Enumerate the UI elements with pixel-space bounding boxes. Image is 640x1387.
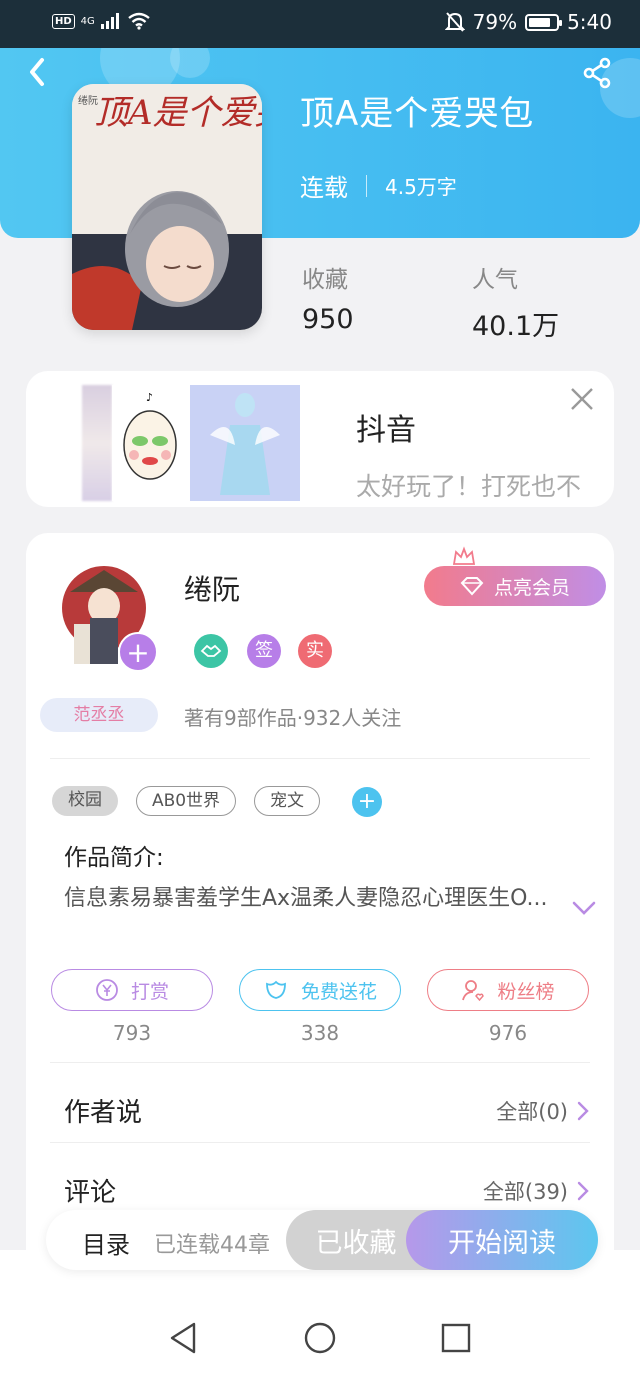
nav-home-icon[interactable]	[300, 1318, 340, 1358]
chevron-down-icon[interactable]	[570, 898, 598, 918]
favorites-stat: 收藏 950	[302, 260, 354, 335]
add-tag-button[interactable]: +	[352, 787, 382, 817]
fan-ranking-button[interactable]: 粉丝榜	[427, 969, 589, 1011]
divider	[50, 1062, 590, 1063]
reward-count: 793	[112, 1021, 152, 1045]
popularity-label: 人气	[472, 267, 518, 293]
popularity-value: 40.1万	[472, 311, 560, 342]
author-name[interactable]: 绻阮	[184, 568, 240, 608]
system-nav-bar	[0, 1318, 640, 1387]
ad-banner[interactable]: ♪ 抖音 太好玩了！打死也不	[26, 371, 614, 507]
comments-title: 评论	[64, 1178, 117, 1208]
status-bar: HD 4G 79% 5:40	[0, 0, 640, 48]
tag-campus[interactable]: 校园	[52, 786, 118, 816]
nav-recents-icon[interactable]	[436, 1318, 476, 1358]
send-flower-label: 免费送花	[300, 980, 377, 1003]
fan-user-icon	[462, 980, 485, 1002]
fan-badge: 范丞丞	[40, 698, 158, 732]
close-icon[interactable]	[568, 385, 596, 413]
reward-label: 打赏	[130, 980, 169, 1003]
verified-badge: 实	[298, 634, 332, 668]
battery-icon	[525, 13, 563, 31]
network-type: 4G	[80, 15, 95, 27]
fan-ranking-label: 粉丝榜	[497, 980, 555, 1003]
mute-bell-icon	[444, 12, 465, 32]
crown-icon	[452, 546, 476, 565]
comments-more[interactable]: 全部(39)	[483, 1176, 590, 1206]
table-of-contents-button[interactable]: 目录	[82, 1225, 130, 1260]
handshake-badge-icon	[194, 634, 228, 668]
hd-indicator: HD	[52, 13, 75, 29]
serial-status: 连载	[300, 174, 348, 202]
tag-abo-world[interactable]: AB0世界	[136, 786, 236, 816]
vip-button-label: 点亮会员	[493, 576, 570, 599]
intro-text[interactable]: 信息素易暴害羞学生Ax温柔人妻隐忍心理医生O...	[64, 884, 554, 914]
follow-author-button[interactable]: +	[118, 632, 158, 672]
divider	[50, 758, 590, 759]
start-reading-button[interactable]: 开始阅读	[406, 1210, 598, 1270]
chapter-count[interactable]: 已连载44章	[154, 1227, 270, 1259]
author-notes-count: 全部(0)	[496, 1100, 568, 1124]
battery-percent: 79%	[472, 10, 518, 34]
book-meta: 连载 4.5万字	[300, 168, 457, 203]
start-reading-label: 开始阅读	[448, 1227, 556, 1259]
share-icon[interactable]	[580, 56, 614, 90]
wifi-icon	[128, 12, 150, 30]
author-notes-more[interactable]: 全部(0)	[496, 1096, 590, 1126]
ad-description: 太好玩了！打死也不	[356, 472, 582, 501]
collected-label: 已收藏	[315, 1227, 397, 1259]
popularity-stat: 人气 40.1万	[472, 260, 559, 343]
favorites-value: 950	[302, 304, 354, 335]
signal-icon	[100, 13, 119, 29]
reward-button[interactable]: 打赏	[51, 969, 213, 1011]
ad-title: 抖音	[356, 413, 416, 448]
back-icon[interactable]	[24, 56, 52, 88]
author-info: 著有9部作品·932人关注	[184, 706, 402, 730]
word-count: 4.5万字	[385, 175, 457, 199]
signed-badge: 签	[247, 634, 281, 668]
cover-title-text: 顶A是个爱哭包	[94, 93, 262, 133]
comments-count: 全部(39)	[482, 1180, 568, 1204]
book-title: 顶A是个爱哭包	[300, 94, 535, 134]
author-notes-title: 作者说	[64, 1098, 143, 1128]
ad-image[interactable]: ♪	[82, 385, 300, 501]
cover-author-text: 绻阮	[78, 94, 98, 107]
yen-coin-icon	[96, 979, 118, 1001]
flower-icon	[266, 980, 286, 999]
chevron-right-icon	[577, 1101, 589, 1121]
vip-membership-button[interactable]: 点亮会员	[424, 566, 606, 606]
diamond-icon	[460, 577, 484, 596]
fan-count: 976	[488, 1021, 528, 1045]
book-cover[interactable]: 顶A是个爱哭包 绻阮	[72, 84, 262, 330]
chevron-right-icon	[577, 1181, 589, 1201]
meta-divider	[366, 174, 367, 197]
clock: 5:40	[567, 10, 612, 34]
intro-label: 作品简介:	[64, 845, 164, 871]
divider	[50, 1142, 590, 1143]
svg-text:♪: ♪	[146, 391, 153, 404]
tag-pet-story[interactable]: 宠文	[254, 786, 320, 816]
nav-back-icon[interactable]	[164, 1318, 204, 1358]
send-flower-button[interactable]: 免费送花	[239, 969, 401, 1011]
flower-count: 338	[300, 1021, 340, 1045]
favorites-label: 收藏	[302, 267, 348, 293]
